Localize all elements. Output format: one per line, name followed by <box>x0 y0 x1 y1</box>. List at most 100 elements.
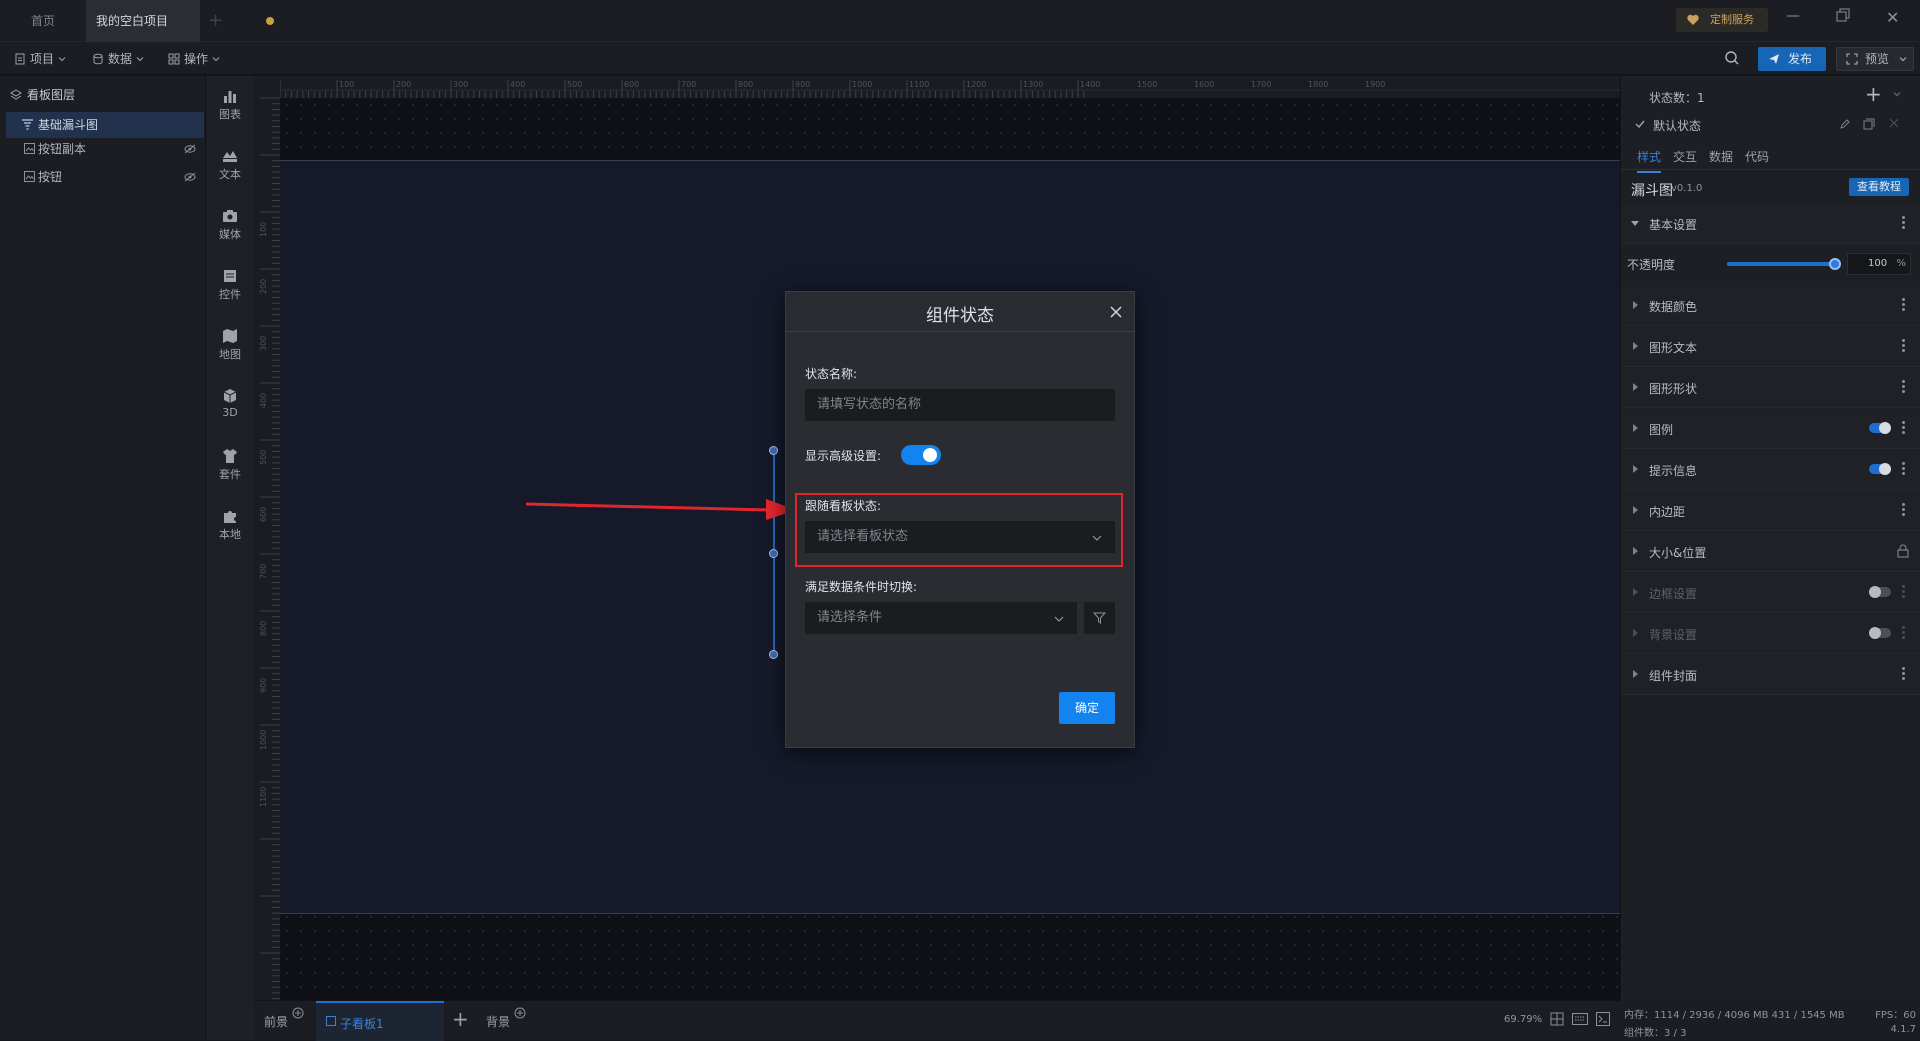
section-size-position[interactable]: 大小&位置 <box>1621 532 1920 572</box>
component-kit[interactable]: 套件 <box>206 448 254 482</box>
add-state-button[interactable]: + <box>1865 82 1882 106</box>
opacity-input[interactable]: 100 % <box>1847 253 1911 275</box>
section-padding[interactable]: 内边距 <box>1621 491 1920 531</box>
ruler-label: 1900 <box>1365 80 1385 89</box>
section-border[interactable]: 边框设置 <box>1621 573 1920 613</box>
background-toggle[interactable] <box>1869 627 1891 639</box>
component-text[interactable]: 文本 <box>206 148 254 182</box>
component-control[interactable]: 控件 <box>206 268 254 302</box>
chevron-down-icon[interactable] <box>1893 90 1901 98</box>
section-tooltip[interactable]: 提示信息 <box>1621 450 1920 490</box>
foreground-tab[interactable]: 前景 <box>264 1013 288 1030</box>
section-data-color[interactable]: 数据颜色 <box>1621 286 1920 326</box>
preview-button[interactable]: 预览 <box>1836 47 1914 71</box>
resize-handle[interactable] <box>769 549 778 558</box>
more-icon[interactable] <box>1902 298 1905 312</box>
state-name-input[interactable]: 请填写状态的名称 <box>805 389 1115 421</box>
ruler-label: 700 <box>259 564 268 579</box>
tab-style[interactable]: 样式 <box>1637 148 1662 173</box>
more-icon[interactable] <box>1902 585 1905 599</box>
custom-service-button[interactable]: 定制服务 <box>1676 8 1768 32</box>
component-media[interactable]: 媒体 <box>206 208 254 242</box>
fit-screen-icon[interactable] <box>1550 1012 1564 1026</box>
legend-toggle[interactable] <box>1869 422 1891 434</box>
more-icon[interactable] <box>1902 462 1905 476</box>
eye-off-icon[interactable] <box>184 144 196 154</box>
opacity-thumb[interactable] <box>1829 258 1841 270</box>
add-circle-icon[interactable] <box>292 1007 304 1019</box>
section-basic-settings[interactable]: 基本设置 <box>1621 204 1920 244</box>
lock-icon[interactable] <box>1897 544 1909 558</box>
resize-handle[interactable] <box>769 650 778 659</box>
close-window-icon[interactable]: ✕ <box>1886 8 1899 27</box>
layer-item[interactable]: 基础漏斗图 <box>6 112 204 138</box>
more-icon[interactable] <box>1902 667 1905 681</box>
restore-icon[interactable] <box>1836 8 1850 22</box>
layer-item[interactable]: 按钮副本 <box>6 136 204 162</box>
resize-handle[interactable] <box>769 446 778 455</box>
edit-icon[interactable] <box>1839 118 1851 130</box>
component-map[interactable]: 地图 <box>206 328 254 362</box>
component-local[interactable]: 本地 <box>206 508 254 542</box>
component-library-bar: 图表 文本 媒体 控件 地图 3D 套件 本地 <box>206 76 254 1040</box>
add-board-button[interactable]: + <box>452 1007 469 1031</box>
status-bar: 内存：1114 / 2936 / 4096 MB 431 / 1545 MB F… <box>1620 1000 1920 1040</box>
add-circle-icon[interactable] <box>514 1007 526 1019</box>
component-chart[interactable]: 图表 <box>206 88 254 122</box>
keyboard-icon[interactable] <box>1572 1013 1588 1025</box>
opacity-label: 不透明度 <box>1627 258 1676 272</box>
section-legend[interactable]: 图例 <box>1621 409 1920 449</box>
more-icon[interactable] <box>1902 421 1905 435</box>
menu-data[interactable]: 数据 <box>92 50 144 67</box>
state-name-label: 状态名称: <box>805 367 858 381</box>
component-count: 组件数：3 / 3 <box>1624 1028 1687 1039</box>
add-tab-button[interactable]: + <box>208 10 223 31</box>
section-graphic-text[interactable]: 图形文本 <box>1621 327 1920 367</box>
ruler-label: 1100 <box>259 787 268 807</box>
chevron-down-icon <box>1054 615 1064 623</box>
more-icon[interactable] <box>1902 503 1905 517</box>
chevron-down-icon[interactable] <box>1899 55 1907 63</box>
copy-icon[interactable] <box>1863 118 1875 130</box>
horizontal-ruler: 100 200 300 400 500 600 700 800 900 1000 1100 1200 1… <box>280 76 1620 98</box>
menu-operation[interactable]: 操作 <box>168 50 220 67</box>
delete-icon[interactable] <box>1889 118 1899 128</box>
tutorial-button[interactable]: 查看教程 <box>1849 178 1909 196</box>
more-icon[interactable] <box>1902 626 1905 640</box>
sub-board-tab[interactable]: 子看板1 <box>316 1001 444 1041</box>
tab-interaction[interactable]: 交互 <box>1673 148 1697 165</box>
eye-off-icon[interactable] <box>184 172 196 182</box>
layer-label: 按钮副本 <box>38 142 87 156</box>
publish-button[interactable]: 发布 <box>1758 47 1826 71</box>
component-3d[interactable]: 3D <box>206 388 254 419</box>
more-icon[interactable] <box>1902 339 1905 353</box>
section-cover[interactable]: 组件封面 <box>1621 655 1920 695</box>
close-icon[interactable] <box>1109 305 1123 319</box>
ruler-label: 1800 <box>1308 80 1328 89</box>
confirm-button[interactable]: 确定 <box>1059 692 1115 724</box>
layer-item[interactable]: 按钮 <box>6 164 204 190</box>
tab-project[interactable]: 我的空白项目 <box>86 0 274 42</box>
terminal-icon[interactable] <box>1596 1012 1610 1026</box>
more-icon[interactable] <box>1902 216 1905 230</box>
default-state-row[interactable]: 默认状态 <box>1621 110 1920 140</box>
tab-data[interactable]: 数据 <box>1709 148 1733 165</box>
filter-button[interactable] <box>1084 602 1115 634</box>
tab-home[interactable]: 首页 <box>0 0 86 42</box>
more-icon[interactable] <box>1902 380 1905 394</box>
background-tab[interactable]: 背景 <box>486 1013 510 1030</box>
menu-project[interactable]: 项目 <box>14 50 66 67</box>
component-label: 地图 <box>219 348 241 361</box>
condition-select[interactable]: 请选择条件 <box>805 602 1077 634</box>
layers-panel: 看板图层 基础漏斗图 按钮副本 按钮 <box>0 76 206 1040</box>
tooltip-toggle[interactable] <box>1869 463 1891 475</box>
advanced-settings-toggle[interactable] <box>901 445 941 465</box>
search-icon[interactable] <box>1724 50 1740 66</box>
opacity-slider[interactable] <box>1727 258 1841 270</box>
section-background[interactable]: 背景设置 <box>1621 614 1920 654</box>
minimize-icon[interactable]: — <box>1786 8 1800 24</box>
section-graphic-shape[interactable]: 图形形状 <box>1621 368 1920 408</box>
tab-code[interactable]: 代码 <box>1745 148 1769 165</box>
zoom-level[interactable]: 69.79% <box>1504 1014 1542 1025</box>
border-toggle[interactable] <box>1869 586 1891 598</box>
